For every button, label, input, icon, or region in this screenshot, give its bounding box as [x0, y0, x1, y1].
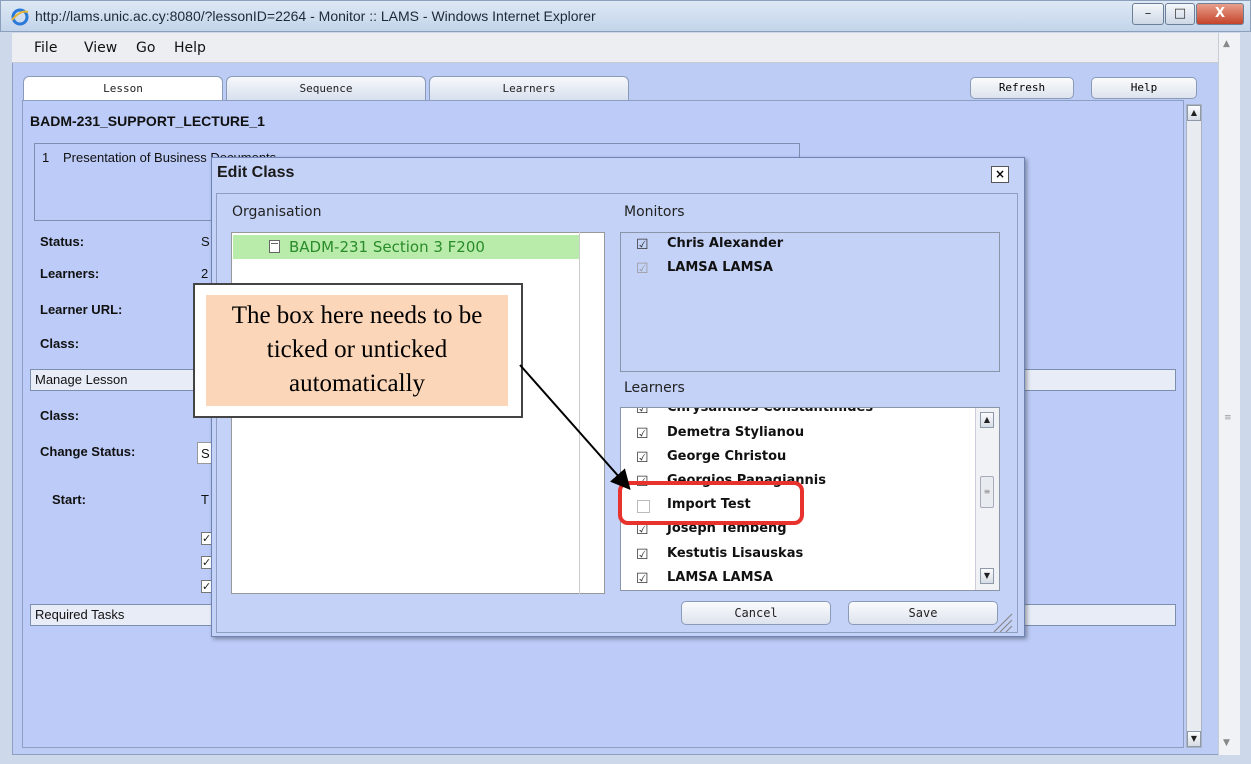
start-option-checkbox[interactable]: ✓: [201, 532, 211, 545]
close-window-button[interactable]: X: [1196, 3, 1244, 25]
learner-name: Demetra Stylianou: [667, 425, 805, 440]
refresh-button[interactable]: Refresh: [970, 77, 1074, 99]
monitors-label: Monitors: [624, 204, 685, 220]
learner-name: Kestutis Lisauskas: [667, 546, 804, 561]
learner-name: George Christou: [667, 449, 787, 464]
learners-scroll-down-icon[interactable]: ▼: [980, 568, 994, 584]
panel-scrollbar[interactable]: ▲ ▼: [1186, 104, 1202, 748]
status-label: Status:: [40, 234, 85, 249]
change-status-value: S: [201, 446, 210, 461]
menu-help[interactable]: Help: [174, 40, 206, 56]
monitor-name: Chris Alexander: [667, 236, 784, 251]
learners-label: Learners:: [40, 266, 100, 281]
start-label: Start:: [52, 492, 86, 507]
class2-label: Class:: [40, 408, 80, 423]
save-button[interactable]: Save: [848, 601, 998, 625]
lesson-title: BADM-231_SUPPORT_LECTURE_1: [30, 113, 265, 129]
document-icon-line: [271, 243, 278, 244]
start-value: T: [201, 492, 209, 507]
learners-list-label: Learners: [624, 380, 685, 396]
learner-checkbox-icon[interactable]: ☑: [636, 571, 649, 587]
learner-checkbox-icon[interactable]: ☑: [636, 408, 649, 417]
start-option-checkbox[interactable]: ✓: [201, 556, 211, 569]
highlight-box: [618, 481, 804, 525]
scroll-down-icon[interactable]: ▼: [1223, 738, 1230, 748]
menu-file[interactable]: File: [34, 40, 57, 56]
resize-grip-icon[interactable]: [990, 612, 1014, 634]
monitor-name: LAMSA LAMSA: [667, 260, 773, 275]
dialog-title: Edit Class: [217, 164, 295, 181]
panel-scroll-up-icon[interactable]: ▲: [1187, 105, 1201, 121]
learner-checkbox-icon[interactable]: ☑: [636, 547, 649, 563]
learner-name: LAMSA LAMSA: [667, 570, 773, 585]
org-divider: [579, 232, 580, 594]
maximize-button[interactable]: □: [1165, 3, 1195, 25]
learner-name: Chrysanthos Constantinides: [667, 407, 874, 415]
minimize-button[interactable]: –: [1132, 3, 1164, 25]
browser-scrollbar[interactable]: ▲ ≡ ▼: [1218, 33, 1240, 755]
menu-go[interactable]: Go: [136, 40, 155, 56]
class-label: Class:: [40, 336, 80, 351]
learners-scroll-up-icon[interactable]: ▲: [980, 412, 994, 428]
tab-learners[interactable]: Learners: [429, 76, 629, 100]
scroll-up-icon[interactable]: ▲: [1223, 39, 1230, 49]
ie-logo-icon: [11, 8, 29, 26]
scroll-grip-icon: ≡: [1224, 413, 1232, 423]
menu-view[interactable]: View: [84, 40, 117, 56]
organisation-item: BADM-231 Section 3 F200: [289, 238, 485, 256]
tab-sequence[interactable]: Sequence: [226, 76, 426, 100]
window-title: http://lams.unic.ac.cy:8080/?lessonID=22…: [35, 8, 596, 24]
cancel-button[interactable]: Cancel: [681, 601, 831, 625]
learner-checkbox-icon[interactable]: ☑: [636, 450, 649, 466]
panel-scroll-down-icon[interactable]: ▼: [1187, 731, 1201, 747]
learners-value: 2: [201, 266, 209, 281]
activity-number: 1: [42, 150, 50, 165]
annotation-text: The box here needs to be ticked or untic…: [206, 295, 508, 406]
learners-scrollbar[interactable]: ▲ ≡ ▼: [975, 408, 999, 590]
status-value: S: [201, 234, 210, 249]
change-status-select[interactable]: S: [197, 442, 211, 464]
dialog-close-icon[interactable]: ×: [991, 166, 1009, 183]
start-option-checkbox[interactable]: ✓: [201, 580, 211, 593]
organisation-row[interactable]: BADM-231 Section 3 F200: [233, 235, 579, 259]
help-button[interactable]: Help: [1091, 77, 1197, 99]
monitor-checkbox-icon: ☑: [636, 261, 649, 277]
window-titlebar: http://lams.unic.ac.cy:8080/?lessonID=22…: [0, 0, 1251, 32]
learner-url-label: Learner URL:: [40, 302, 123, 317]
learner-checkbox-icon[interactable]: ☑: [636, 426, 649, 442]
learners-scroll-thumb[interactable]: ≡: [980, 476, 994, 508]
tab-lesson[interactable]: Lesson: [23, 76, 223, 100]
monitors-list[interactable]: [620, 232, 1000, 372]
menu-bar: File View Go Help: [12, 33, 1218, 63]
change-status-label: Change Status:: [40, 444, 136, 459]
monitor-checkbox-icon[interactable]: ☑: [636, 237, 649, 253]
document-icon: [269, 240, 280, 253]
organisation-label: Organisation: [232, 204, 322, 220]
